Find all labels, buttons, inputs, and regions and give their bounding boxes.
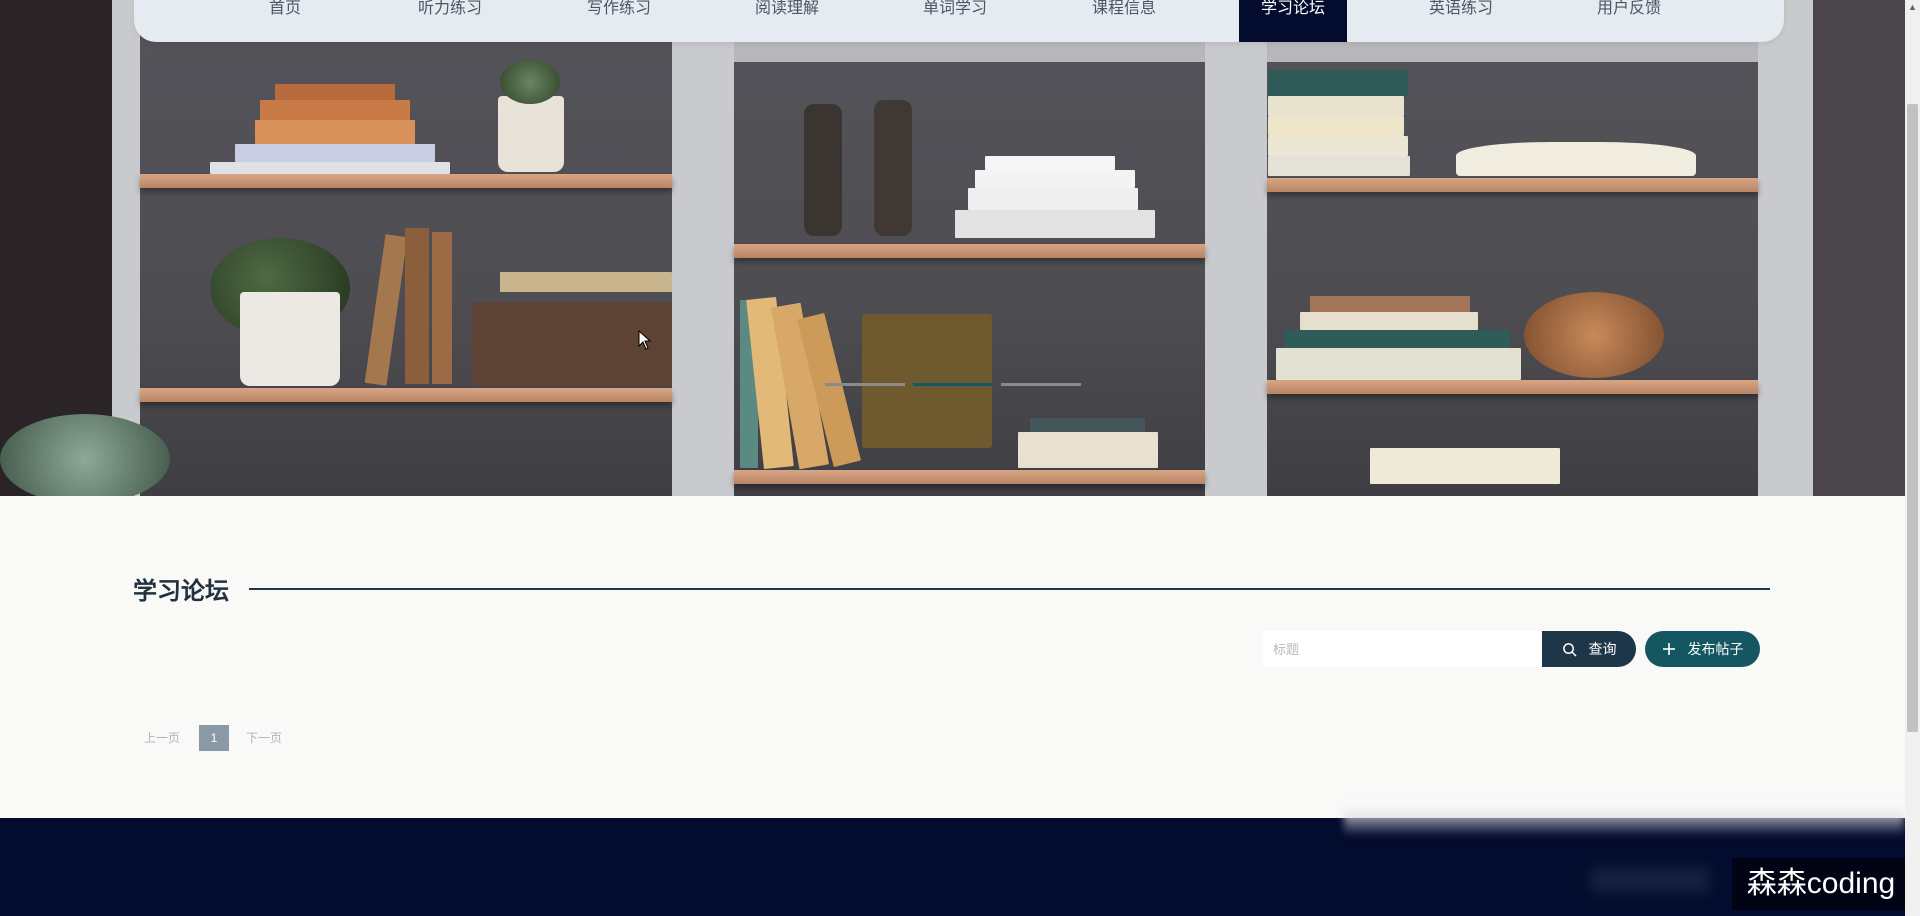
carousel-indicator-1[interactable]	[825, 383, 905, 386]
book	[364, 234, 408, 386]
nav-item-forum[interactable]: 学习论坛	[1239, 0, 1347, 42]
title-search-input[interactable]	[1263, 631, 1542, 667]
book	[432, 232, 452, 384]
binoculars	[874, 100, 912, 236]
book	[235, 144, 435, 162]
book	[1284, 330, 1510, 348]
shelf	[1267, 178, 1758, 192]
book	[1268, 156, 1410, 176]
binoculars	[804, 104, 842, 236]
mouse-cursor-icon	[638, 330, 652, 350]
shelf-frame	[672, 0, 734, 496]
nav-item-vocabulary[interactable]: 单词学习	[901, 0, 1009, 42]
scrollbar-thumb[interactable]	[1907, 104, 1918, 732]
book	[975, 170, 1135, 188]
book	[1268, 116, 1404, 136]
footer-blur-overlay	[1344, 806, 1904, 836]
plant-pot	[498, 96, 564, 172]
page-number-button[interactable]: 1	[199, 725, 229, 751]
publish-post-button[interactable]: 发布帖子	[1645, 631, 1760, 667]
shelf	[1267, 380, 1758, 394]
shelf	[734, 244, 1205, 258]
nav-item-listening[interactable]: 听力练习	[396, 0, 504, 42]
nav-item-english-practice[interactable]: 英语练习	[1407, 0, 1515, 42]
prev-page-button[interactable]: 上一页	[134, 725, 190, 751]
shelf	[140, 388, 672, 402]
hero-carousel	[0, 0, 1905, 496]
book	[500, 272, 672, 292]
book	[1310, 296, 1470, 312]
book	[1276, 348, 1521, 380]
nav-item-courses[interactable]: 课程信息	[1070, 0, 1178, 42]
foreground-plant	[0, 414, 170, 496]
shelf	[734, 470, 1205, 484]
shelf-frame	[734, 40, 1205, 62]
publish-button-label: 发布帖子	[1687, 641, 1744, 657]
carousel-indicator-3[interactable]	[1001, 383, 1081, 386]
book	[1268, 96, 1404, 116]
search-icon	[1562, 642, 1576, 656]
shelf-frame	[1758, 0, 1813, 496]
nav-item-reading[interactable]: 阅读理解	[733, 0, 841, 42]
page: 首页 听力练习 写作练习 阅读理解 单词学习 课程信息 学习论坛 英语练习 用户…	[0, 0, 1920, 916]
book	[1268, 136, 1408, 156]
book	[260, 100, 410, 120]
footer-smudge	[1590, 866, 1710, 894]
top-nav: 首页 听力练习 写作练习 阅读理解 单词学习 课程信息 学习论坛 英语练习 用户…	[134, 0, 1784, 42]
dried-flowers	[1524, 292, 1664, 378]
book	[275, 84, 395, 100]
book	[1030, 418, 1145, 432]
decorative-tile	[862, 314, 992, 448]
plant	[500, 60, 560, 104]
query-button[interactable]: 查询	[1542, 631, 1636, 667]
nav-item-home[interactable]: 首页	[231, 0, 339, 42]
shelf-frame	[1267, 40, 1758, 62]
nav-item-feedback[interactable]: 用户反馈	[1575, 0, 1683, 42]
query-button-label: 查询	[1588, 641, 1617, 657]
next-page-button[interactable]: 下一页	[236, 725, 292, 751]
shelf-frame	[1205, 0, 1267, 496]
book	[255, 120, 415, 144]
shelf	[140, 174, 672, 188]
section-title: 学习论坛	[133, 578, 229, 605]
book	[985, 156, 1115, 170]
book	[1018, 432, 1158, 468]
book	[405, 228, 429, 384]
plant-pot	[240, 292, 340, 386]
open-book	[1456, 142, 1696, 176]
section-divider	[249, 588, 1770, 590]
carousel-indicator-2[interactable]	[913, 383, 993, 386]
watermark: 森森coding	[1732, 858, 1910, 910]
scroll-up-arrow-icon[interactable]: ▲	[1905, 0, 1920, 14]
nav-item-writing[interactable]: 写作练习	[565, 0, 673, 42]
banner-dark-right	[1813, 0, 1905, 496]
book	[955, 210, 1155, 238]
plus-icon	[1662, 643, 1675, 655]
book	[1268, 70, 1408, 96]
book	[210, 162, 450, 174]
book	[968, 188, 1138, 210]
book	[1300, 312, 1478, 330]
book	[1370, 448, 1560, 484]
